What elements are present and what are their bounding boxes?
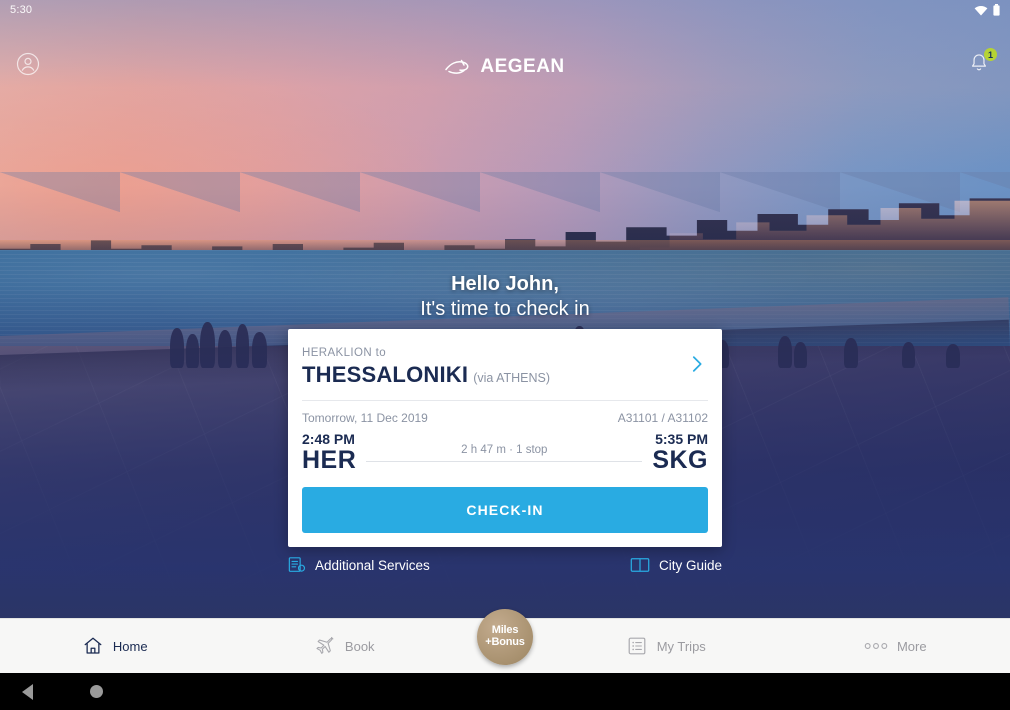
flight-numbers: A31101 / A31102 bbox=[617, 411, 708, 425]
home-icon bbox=[84, 637, 102, 654]
flight-duration: 2 h 47 m · 1 stop bbox=[461, 444, 548, 457]
nav-label-more: More bbox=[896, 638, 927, 654]
notification-badge: 1 bbox=[984, 48, 997, 61]
wifi-icon bbox=[974, 5, 988, 15]
arrival-block: 5:35 PM SKG bbox=[652, 431, 708, 473]
services-document-icon bbox=[288, 557, 306, 572]
arrival-time: 5:35 PM bbox=[655, 431, 708, 447]
greeting-block: Hello John, It's time to check in bbox=[0, 272, 1010, 322]
android-navigation-bar bbox=[0, 673, 1010, 710]
greeting-line-1: Hello John, bbox=[451, 273, 559, 295]
brand-name: AEGEAN bbox=[480, 56, 565, 77]
departure-time: 2:48 PM bbox=[302, 431, 355, 447]
additional-services-label: Additional Services bbox=[315, 557, 430, 573]
nav-item-book[interactable]: Book bbox=[230, 635, 460, 657]
book-open-icon bbox=[630, 558, 650, 572]
route-via: (via ATHENS) bbox=[473, 371, 551, 385]
back-triangle-icon[interactable] bbox=[22, 683, 33, 700]
miles-bonus-button[interactable]: Miles +Bonus bbox=[477, 609, 533, 665]
status-bar: 5:30 bbox=[0, 0, 1010, 20]
list-icon bbox=[628, 637, 646, 655]
leg-info: 2 h 47 m · 1 stop bbox=[366, 444, 643, 463]
flight-card[interactable]: HERAKLION to THESSALONIKI (via ATHENS) T… bbox=[288, 329, 722, 548]
city-guide-link[interactable]: City Guide bbox=[630, 557, 722, 573]
aegean-bird-logo-icon bbox=[445, 59, 469, 74]
notifications-button[interactable]: 1 bbox=[968, 48, 997, 78]
arrival-airport-code: SKG bbox=[652, 446, 708, 474]
route-destination: THESSALONIKI bbox=[302, 362, 469, 387]
nav-label-book: Book bbox=[344, 638, 375, 654]
additional-services-link[interactable]: Additional Services bbox=[288, 556, 430, 574]
greeting-line-2: It's time to check in bbox=[420, 298, 590, 320]
airplane-icon bbox=[316, 636, 334, 654]
status-clock: 5:30 bbox=[10, 4, 33, 16]
miles-line-2: +Bonus bbox=[485, 636, 525, 648]
departure-block: 2:48 PM HER bbox=[302, 431, 356, 473]
app-header: AEGEAN 1 bbox=[0, 20, 1010, 78]
flight-details: Tomorrow, 11 Dec 2019 A31101 / A31102 2:… bbox=[302, 401, 708, 473]
nav-item-home[interactable]: Home bbox=[0, 635, 230, 657]
route-block: HERAKLION to THESSALONIKI (via ATHENS) bbox=[302, 347, 550, 388]
nav-item-more[interactable]: More bbox=[781, 639, 1010, 654]
departure-airport-code: HER bbox=[302, 446, 357, 474]
home-circle-icon[interactable] bbox=[90, 685, 103, 698]
flight-date: Tomorrow, 11 Dec 2019 bbox=[302, 411, 428, 425]
nav-label-home: Home bbox=[112, 638, 148, 654]
route-origin-label: HERAKLION to bbox=[302, 347, 387, 359]
quick-links: Additional Services City Guide bbox=[288, 556, 722, 574]
nav-item-my-trips[interactable]: My Trips bbox=[551, 635, 781, 657]
aegean-logo: AEGEAN bbox=[0, 56, 1010, 78]
more-dots-icon bbox=[864, 643, 888, 649]
check-in-button[interactable]: CHECK-IN bbox=[302, 487, 708, 534]
city-guide-label: City Guide bbox=[658, 557, 722, 573]
leg-line bbox=[366, 461, 643, 463]
nav-label-my-trips: My Trips bbox=[656, 638, 706, 654]
chevron-right-icon bbox=[692, 356, 702, 372]
battery-icon bbox=[993, 4, 1000, 16]
card-expand-button[interactable] bbox=[686, 353, 708, 380]
app-root: 5:30 AEGEAN 1 Hello John, It's time to c… bbox=[0, 0, 1010, 710]
